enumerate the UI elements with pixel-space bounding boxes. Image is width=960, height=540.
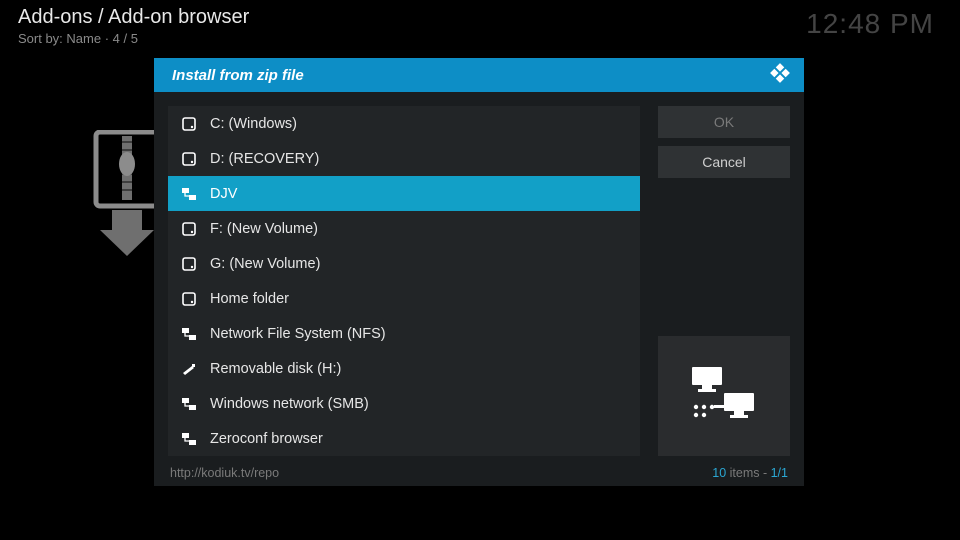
sort-prefix: Sort by:: [18, 31, 66, 46]
kodi-logo-icon: [768, 61, 792, 89]
dialog-title: Install from zip file: [172, 67, 304, 84]
sort-sep: ·: [101, 31, 113, 46]
location-item[interactable]: DJV: [168, 176, 640, 211]
hdd-icon: [180, 256, 198, 272]
status-url: http://kodiuk.tv/repo: [170, 466, 279, 480]
location-item-label: G: (New Volume): [210, 256, 320, 272]
location-item[interactable]: Windows network (SMB): [168, 386, 640, 421]
dialog-statusbar: http://kodiuk.tv/repo 10 items - 1/1: [154, 462, 804, 486]
location-item[interactable]: D: (RECOVERY): [168, 141, 640, 176]
breadcrumb: Add-ons / Add-on browser: [18, 6, 942, 29]
dialog-titlebar: Install from zip file: [154, 58, 804, 92]
status-page: 1/1: [771, 466, 788, 480]
net-icon: [180, 186, 198, 202]
location-item-label: Zeroconf browser: [210, 431, 323, 447]
location-list[interactable]: C: (Windows) D: (RECOVERY) DJV F: (New Volu…: [168, 106, 640, 456]
cancel-button[interactable]: Cancel: [658, 146, 790, 178]
status-count: 10 items - 1/1: [712, 466, 788, 480]
location-item-label: Network File System (NFS): [210, 326, 386, 342]
location-item[interactable]: F: (New Volume): [168, 211, 640, 246]
location-item-label: Removable disk (H:): [210, 361, 341, 377]
hdd-icon: [180, 151, 198, 167]
location-item-label: Home folder: [210, 291, 289, 307]
clock: 12:48 PM: [806, 8, 934, 40]
ok-button[interactable]: OK: [658, 106, 790, 138]
location-item-label: DJV: [210, 186, 237, 202]
net-icon: [180, 431, 198, 447]
location-item[interactable]: Network File System (NFS): [168, 316, 640, 351]
status-sep: -: [760, 466, 771, 480]
net-icon: [180, 396, 198, 412]
sort-pos: 4 / 5: [113, 31, 138, 46]
sort-line: Sort by: Name · 4 / 5: [18, 31, 942, 46]
location-item[interactable]: C: (Windows): [168, 106, 640, 141]
status-count-num: 10: [712, 466, 726, 480]
usb-icon: [180, 361, 198, 377]
location-item-label: F: (New Volume): [210, 221, 318, 237]
location-item[interactable]: Removable disk (H:): [168, 351, 640, 386]
install-from-zip-dialog: Install from zip file C: (Windows) D: (RE…: [154, 58, 804, 486]
net-icon: [180, 326, 198, 342]
location-item-label: Windows network (SMB): [210, 396, 369, 412]
hdd-icon: [180, 291, 198, 307]
location-item[interactable]: G: (New Volume): [168, 246, 640, 281]
hdd-icon: [180, 221, 198, 237]
preview-thumb: [658, 336, 790, 456]
location-item[interactable]: Home folder: [168, 281, 640, 316]
location-item-label: C: (Windows): [210, 116, 297, 132]
sort-value: Name: [66, 31, 101, 46]
location-item[interactable]: Zeroconf browser: [168, 421, 640, 456]
location-item-label: D: (RECOVERY): [210, 151, 319, 167]
status-items-word: items: [726, 466, 759, 480]
hdd-icon: [180, 116, 198, 132]
